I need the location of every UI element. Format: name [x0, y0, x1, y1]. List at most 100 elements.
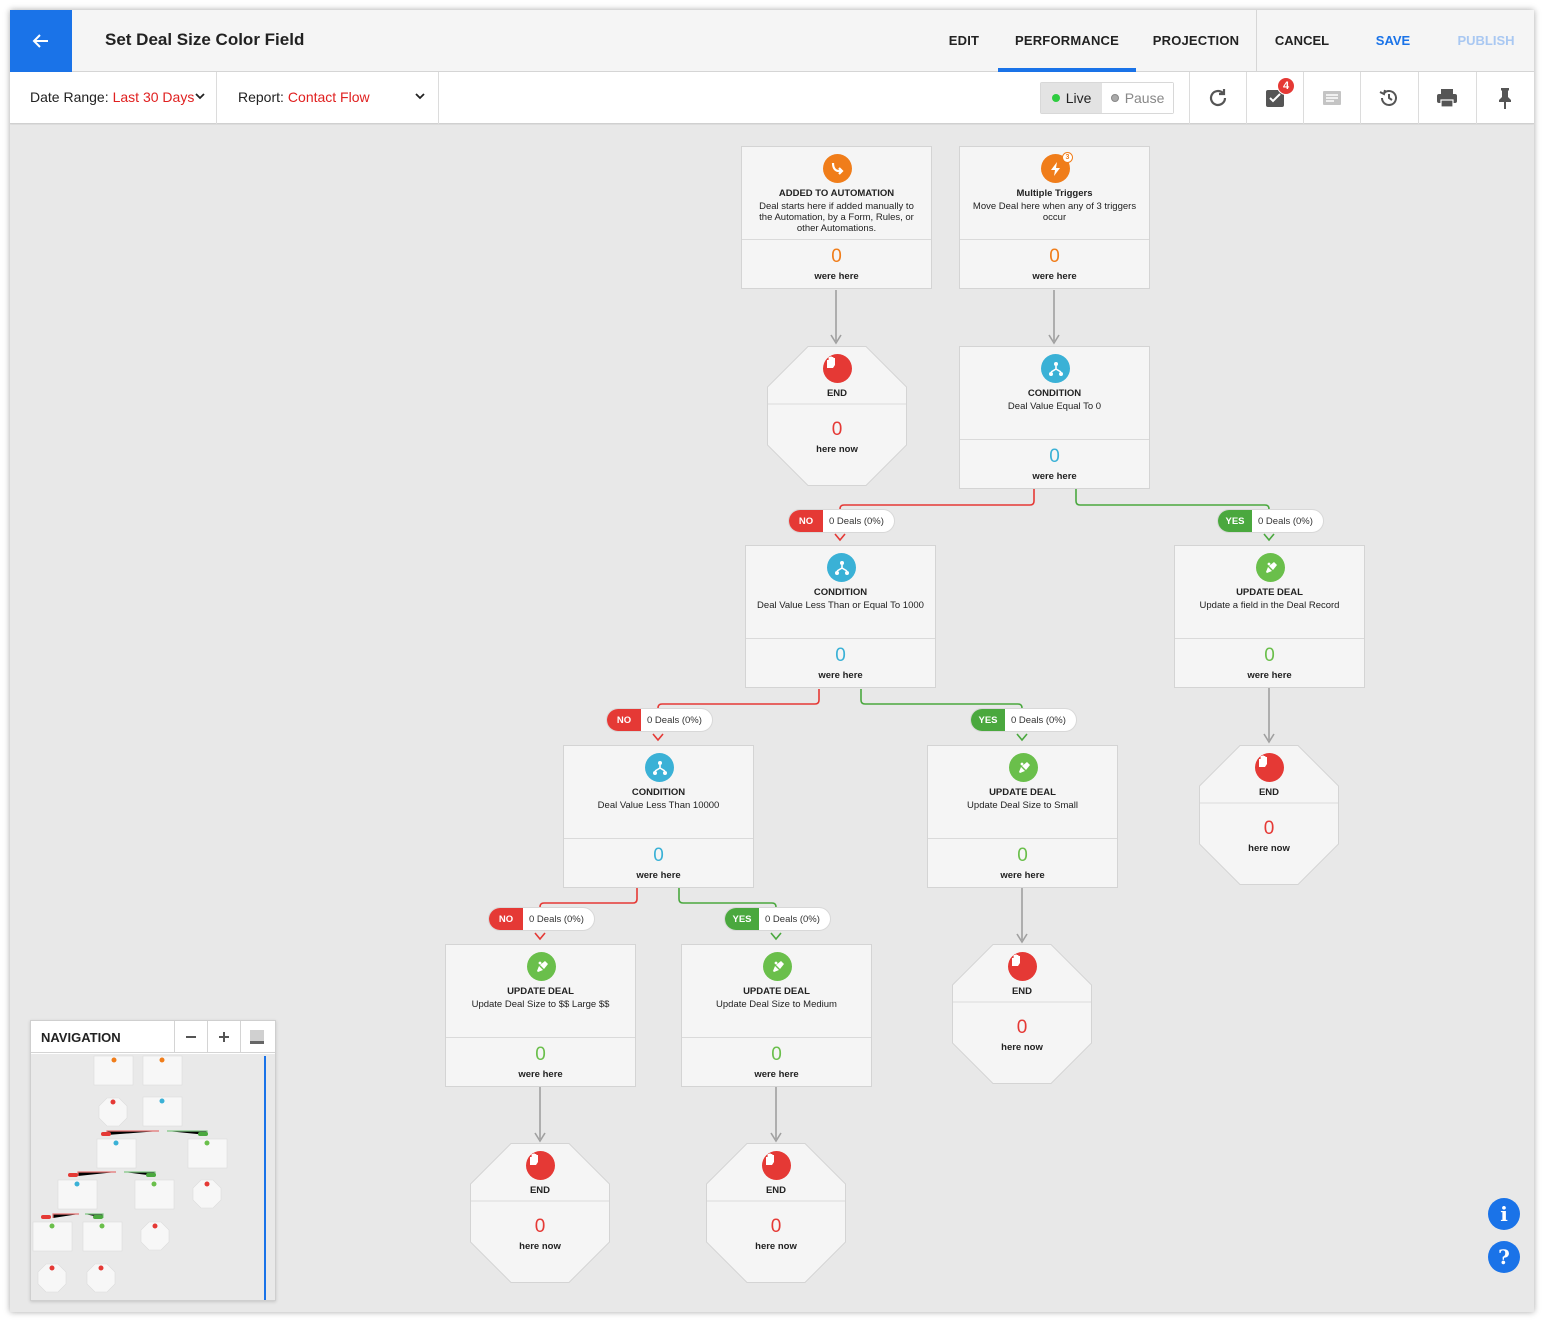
node-count-label: were here — [1000, 870, 1045, 881]
publish-button[interactable]: PUBLISH — [1446, 10, 1526, 72]
report-label: Report: — [238, 89, 284, 105]
node-count: 0 — [771, 1044, 782, 1065]
trigger-count-badge: 3 — [1062, 152, 1073, 163]
yes-arrow — [1263, 533, 1275, 542]
node-count-label: were here — [1032, 471, 1077, 482]
app-window: Set Deal Size Color Field EDIT PERFORMAN… — [10, 10, 1534, 1312]
navigation-panel: NAVIGATION — [30, 1020, 276, 1301]
save-button[interactable]: SAVE — [1354, 10, 1432, 72]
node-title: END — [529, 1185, 551, 1196]
node-count: 0 — [1049, 246, 1060, 267]
node-title: CONDITION — [1027, 388, 1082, 399]
node-end[interactable]: END 0 here now — [952, 944, 1092, 1084]
refresh-button[interactable] — [1189, 72, 1246, 124]
branch-deals-count: 0 Deals (0%) — [1011, 714, 1066, 726]
history-button[interactable] — [1360, 72, 1417, 124]
node-count: 0 — [653, 845, 664, 866]
no-arrow — [652, 733, 664, 742]
separator — [216, 72, 217, 124]
notes-icon — [1323, 91, 1341, 105]
branch-no-pill[interactable]: NO 0 Deals (0%) — [488, 907, 595, 931]
update-deal-icon — [763, 952, 792, 981]
back-button[interactable] — [10, 10, 72, 72]
node-update-deal-small[interactable]: UPDATE DEAL Update Deal Size to Small 0 … — [927, 745, 1118, 888]
pause-button[interactable]: Pause — [1102, 83, 1173, 113]
tasks-badge: 4 — [1277, 77, 1295, 95]
chevron-down-icon[interactable] — [195, 91, 205, 101]
node-update-deal-record[interactable]: UPDATE DEAL Update a field in the Deal R… — [1174, 545, 1365, 688]
live-button[interactable]: Live — [1041, 83, 1103, 113]
report-dropdown[interactable]: Report: Contact Flow — [238, 89, 370, 105]
branch-no-tag: NO — [489, 908, 523, 930]
tab-projection[interactable]: PROJECTION — [1142, 10, 1250, 72]
node-added-to-automation[interactable]: ADDED TO AUTOMATION Deal starts here if … — [741, 146, 932, 289]
tab-edit[interactable]: EDIT — [934, 10, 994, 72]
branch-no-tag: NO — [607, 709, 641, 731]
update-deal-icon — [1009, 753, 1038, 782]
pin-icon — [1499, 88, 1511, 109]
node-description: Move Deal here when any of 3 triggers oc… — [972, 201, 1137, 223]
node-end[interactable]: END 0 here now — [706, 1143, 846, 1283]
date-range-dropdown[interactable]: Date Range: Last 30 Days — [30, 89, 194, 105]
tab-performance[interactable]: PERFORMANCE — [998, 10, 1136, 72]
branch-deals-count: 0 Deals (0%) — [529, 913, 584, 925]
node-end[interactable]: END 0 here now — [767, 346, 907, 486]
branch-yes-tag: YES — [725, 908, 759, 930]
branch-no-pill[interactable]: NO 0 Deals (0%) — [788, 509, 895, 533]
node-condition-equal-0[interactable]: CONDITION Deal Value Equal To 0 0 were h… — [959, 346, 1150, 489]
node-count-label: were here — [814, 271, 859, 282]
node-count: 0 — [1049, 446, 1060, 467]
node-title: ADDED TO AUTOMATION — [778, 188, 895, 199]
chevron-down-icon[interactable] — [415, 91, 425, 101]
navigation-header: NAVIGATION — [31, 1021, 275, 1053]
node-count-label: here now — [816, 444, 858, 455]
node-count: 0 — [835, 645, 846, 666]
branch-yes-pill[interactable]: YES 0 Deals (0%) — [970, 708, 1077, 732]
help-button[interactable]: ? — [1488, 1241, 1520, 1273]
print-button[interactable] — [1418, 72, 1475, 124]
fit-view-button[interactable] — [240, 1021, 273, 1053]
cancel-button[interactable]: CANCEL — [1262, 10, 1342, 72]
node-count: 0 — [831, 419, 843, 440]
node-title: UPDATE DEAL — [743, 986, 810, 997]
branch-deals-count: 0 Deals (0%) — [765, 913, 820, 925]
node-end[interactable]: END 0 here now — [1199, 745, 1339, 885]
branch-yes-tag: YES — [1218, 510, 1252, 532]
branch-deals-count: 0 Deals (0%) — [829, 515, 884, 527]
branch-icon — [827, 553, 856, 582]
node-end[interactable]: END 0 here now — [470, 1143, 610, 1283]
node-update-deal-medium[interactable]: UPDATE DEAL Update Deal Size to Medium 0… — [681, 944, 872, 1087]
node-count: 0 — [831, 246, 842, 267]
node-condition-lte-1000[interactable]: CONDITION Deal Value Less Than or Equal … — [745, 545, 936, 688]
branch-yes-pill[interactable]: YES 0 Deals (0%) — [1217, 509, 1324, 533]
notes-button[interactable] — [1303, 72, 1360, 124]
date-range-label: Date Range: — [30, 89, 109, 105]
branch-icon — [1041, 354, 1070, 383]
arrow-left-icon — [32, 34, 48, 48]
lightning-icon: 3 — [1041, 152, 1073, 183]
zoom-out-button[interactable] — [174, 1021, 207, 1053]
tasks-button[interactable]: 4 — [1246, 72, 1303, 124]
minus-icon — [186, 1036, 196, 1038]
branch-yes-pill[interactable]: YES 0 Deals (0%) — [724, 907, 831, 931]
node-count: 0 — [1263, 818, 1275, 839]
node-condition-lt-10000[interactable]: CONDITION Deal Value Less Than 10000 0 w… — [563, 745, 754, 888]
node-title: CONDITION — [813, 587, 868, 598]
node-update-deal-large[interactable]: UPDATE DEAL Update Deal Size to $$ Large… — [445, 944, 636, 1087]
branch-no-pill[interactable]: NO 0 Deals (0%) — [606, 708, 713, 732]
yes-arrow — [770, 932, 782, 941]
node-title: UPDATE DEAL — [1236, 587, 1303, 598]
zoom-in-button[interactable] — [207, 1021, 240, 1053]
pin-button[interactable] — [1476, 72, 1533, 124]
no-arrow — [834, 533, 846, 542]
navigation-minimap[interactable] — [31, 1054, 275, 1300]
node-title: END — [826, 388, 848, 399]
refresh-icon — [1209, 89, 1227, 107]
node-multiple-triggers[interactable]: 3 Multiple Triggers Move Deal here when … — [959, 146, 1150, 289]
info-button[interactable]: i — [1488, 1198, 1520, 1230]
branch-deals-count: 0 Deals (0%) — [1258, 515, 1313, 527]
node-title: END — [1011, 986, 1033, 997]
history-icon — [1379, 89, 1397, 106]
node-count-label: here now — [1001, 1042, 1043, 1053]
update-deal-icon — [527, 952, 556, 981]
